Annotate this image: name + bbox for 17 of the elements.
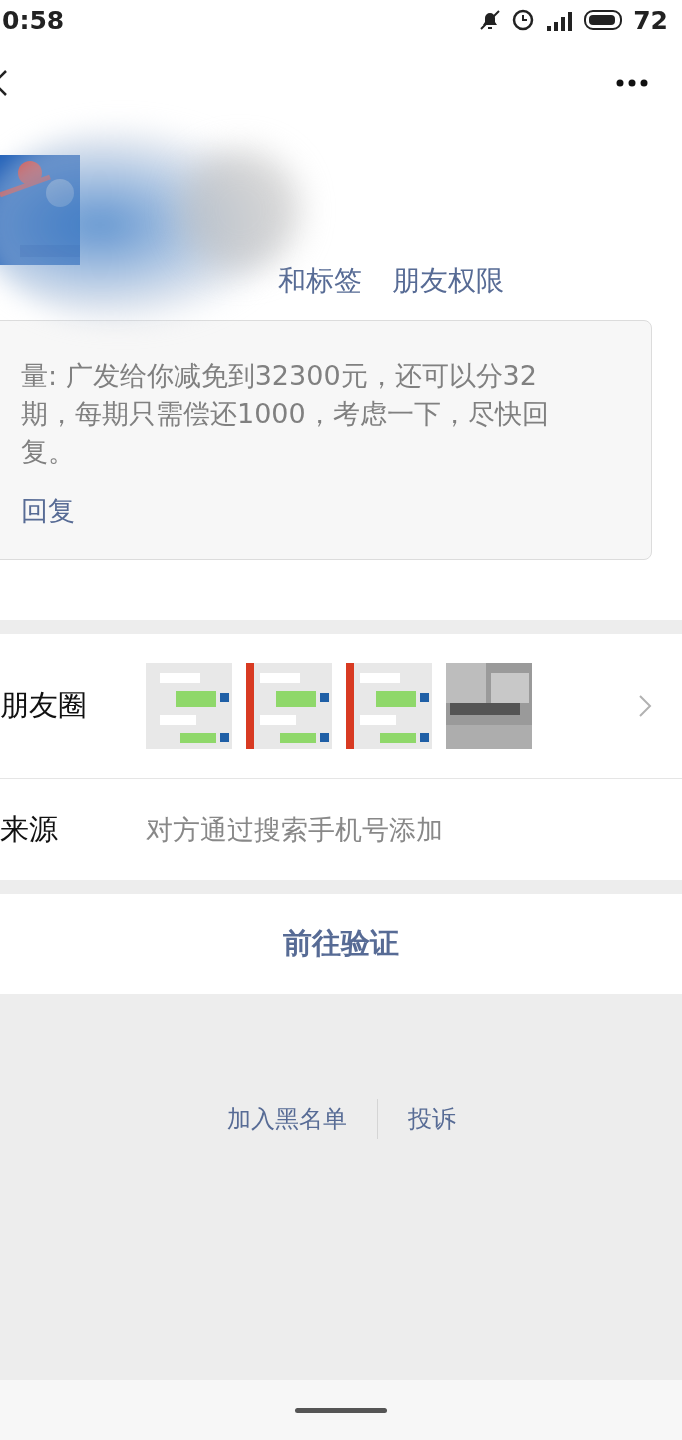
footer-link[interactable]: 投诉 (377, 1103, 486, 1135)
profile-tab[interactable]: 和标签 (278, 262, 362, 300)
row-label: 朋友圈 (0, 687, 88, 724)
battery-icon (583, 9, 624, 31)
more-icon[interactable] (616, 78, 648, 87)
status-time: 0:58 (2, 5, 65, 35)
source-value: 对方通过搜索手机号添加 (146, 812, 443, 847)
footer-link[interactable]: 加入黑名单 (196, 1103, 377, 1135)
alarm-icon (511, 8, 536, 32)
muted-bell-icon (479, 9, 502, 31)
message-text: 量: 广发给你减免到32300元，还可以分32期，每期只需偿还1000，考虑一下，尽快回复。 (21, 359, 550, 469)
row-label: 来源 (0, 810, 59, 848)
battery-level: 72 (633, 5, 668, 35)
back-icon[interactable] (0, 68, 8, 97)
home-indicator[interactable] (295, 1407, 387, 1413)
profile-tab[interactable]: 朋友权限 (392, 262, 504, 300)
reply-link[interactable]: 回复 (21, 493, 571, 529)
